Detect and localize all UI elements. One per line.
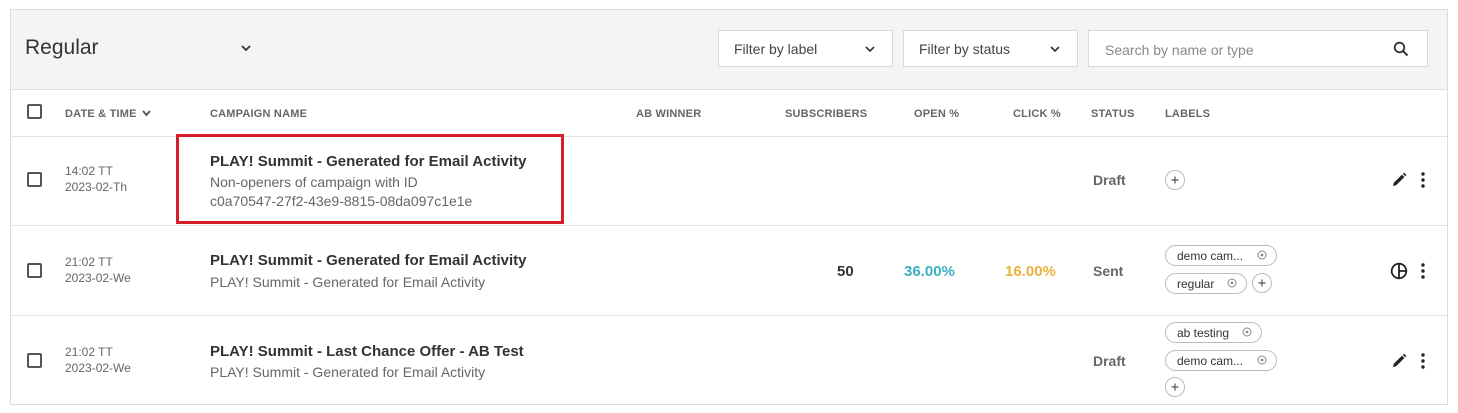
chevron-down-icon <box>865 46 875 53</box>
row-date-time: 14:02 TT 2023-02-Th <box>65 163 127 195</box>
campaign-description-line: c0a70547-27f2-43e9-8815-08da097c1e1e <box>210 193 473 209</box>
remove-label-icon[interactable] <box>1257 250 1267 260</box>
row-date: 2023-02-We <box>65 271 131 285</box>
row-date-time: 21:02 TT 2023-02-We <box>65 344 131 376</box>
more-options-icon[interactable] <box>1414 262 1432 280</box>
column-date-time[interactable]: DATE & TIME <box>65 108 151 120</box>
column-ab-winner: AB WINNER <box>636 108 702 120</box>
campaign-description: Non-openers of campaign with ID c0a70547… <box>210 173 472 211</box>
chevron-down-icon <box>1050 46 1060 53</box>
label-chip[interactable]: regular <box>1165 273 1247 294</box>
campaign-name-link[interactable]: PLAY! Summit - Generated for Email Activ… <box>210 252 526 269</box>
search-box <box>1088 30 1428 67</box>
subscribers-count: 50 <box>837 263 854 280</box>
label-chip-text: ab testing <box>1177 326 1230 340</box>
add-label-button[interactable] <box>1252 273 1272 293</box>
add-label-button[interactable] <box>1165 377 1185 397</box>
view-title: Regular <box>25 36 99 59</box>
campaign-name-link[interactable]: PLAY! Summit - Generated for Email Activ… <box>210 153 526 170</box>
label-chip[interactable]: demo cam... <box>1165 350 1277 371</box>
column-open-pct: OPEN % <box>914 108 960 120</box>
column-date-time-label: DATE & TIME <box>65 108 137 120</box>
campaign-description-line: Non-openers of campaign with ID <box>210 174 418 190</box>
row-date: 2023-02-Th <box>65 180 128 194</box>
toolbar: Regular Filter by label Filter by status <box>11 10 1447 90</box>
column-campaign-name: CAMPAIGN NAME <box>210 108 308 120</box>
status-badge: Draft <box>1093 353 1126 369</box>
row-time: 21:02 TT <box>65 255 113 269</box>
row-checkbox[interactable] <box>27 263 42 278</box>
plus-icon <box>1258 279 1266 287</box>
campaign-description: PLAY! Summit - Generated for Email Activ… <box>210 364 486 380</box>
column-labels: LABELS <box>1165 108 1211 120</box>
sort-down-icon <box>142 110 151 117</box>
open-rate: 36.00% <box>904 263 955 280</box>
row-time: 21:02 TT <box>65 345 113 359</box>
report-pie-icon[interactable] <box>1390 262 1408 280</box>
label-chip-text: regular <box>1177 277 1215 291</box>
label-chip-text: demo cam... <box>1177 249 1244 263</box>
remove-label-icon[interactable] <box>1242 327 1252 337</box>
filter-by-label-text: Filter by label <box>734 41 818 57</box>
search-icon[interactable] <box>1393 41 1409 57</box>
row-time: 14:02 TT <box>65 164 113 178</box>
edit-icon[interactable] <box>1390 352 1408 370</box>
row-date: 2023-02-We <box>65 361 131 375</box>
label-chip[interactable]: demo cam... <box>1165 245 1277 266</box>
column-click-pct: CLICK % <box>1013 108 1061 120</box>
remove-label-icon[interactable] <box>1227 278 1237 288</box>
click-rate: 16.00% <box>1005 263 1056 280</box>
status-badge: Draft <box>1093 172 1126 188</box>
more-options-icon[interactable] <box>1414 352 1432 370</box>
filter-by-status-text: Filter by status <box>919 41 1011 57</box>
row-date-time: 21:02 TT 2023-02-We <box>65 254 131 286</box>
column-subscribers: SUBSCRIBERS <box>785 108 868 120</box>
label-chip[interactable]: ab testing <box>1165 322 1262 343</box>
plus-icon <box>1171 383 1179 391</box>
search-input[interactable] <box>1103 39 1377 61</box>
filter-by-label-dropdown[interactable]: Filter by label <box>718 30 893 67</box>
row-checkbox[interactable] <box>27 172 42 187</box>
edit-icon[interactable] <box>1390 171 1408 189</box>
table-header: DATE & TIME CAMPAIGN NAME AB WINNER SUBS… <box>11 90 1447 137</box>
add-label-button[interactable] <box>1165 170 1185 190</box>
campaign-description: PLAY! Summit - Generated for Email Activ… <box>210 274 486 290</box>
more-options-icon[interactable] <box>1414 171 1432 189</box>
row-checkbox[interactable] <box>27 353 42 368</box>
campaign-name-link[interactable]: PLAY! Summit - Last Chance Offer - AB Te… <box>210 343 524 360</box>
plus-icon <box>1171 176 1179 184</box>
column-status: STATUS <box>1091 108 1135 120</box>
remove-label-icon[interactable] <box>1257 355 1267 365</box>
table-row[interactable]: 21:02 TT 2023-02-We PLAY! Summit - Gener… <box>11 226 1447 316</box>
chevron-down-icon[interactable] <box>239 41 253 55</box>
table-row[interactable]: 21:02 TT 2023-02-We PLAY! Summit - Last … <box>11 316 1447 405</box>
label-chip-text: demo cam... <box>1177 354 1244 368</box>
status-badge: Sent <box>1093 263 1124 279</box>
select-all-checkbox[interactable] <box>27 104 42 119</box>
table-row[interactable]: 14:02 TT 2023-02-Th PLAY! Summit - Gener… <box>11 137 1447 226</box>
filter-by-status-dropdown[interactable]: Filter by status <box>903 30 1078 67</box>
campaign-list-panel: Regular Filter by label Filter by status <box>10 9 1448 405</box>
